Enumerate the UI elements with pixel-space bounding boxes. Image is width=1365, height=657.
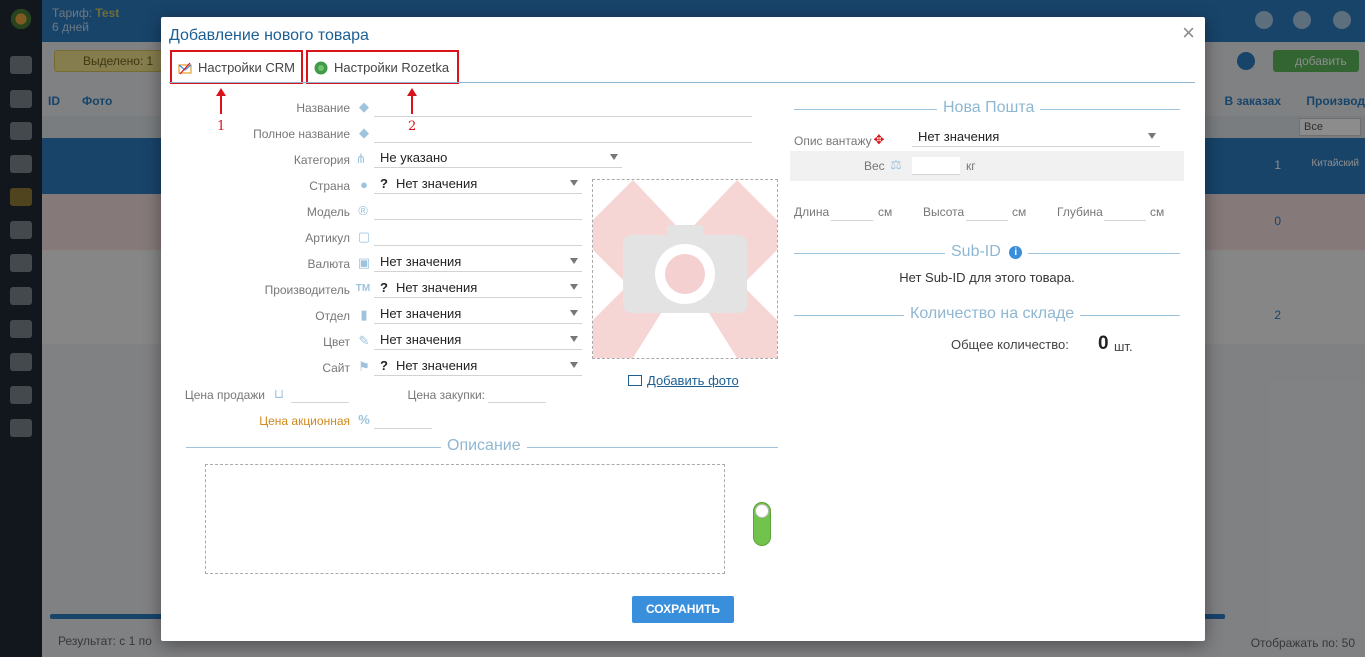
building-icon: ▮: [360, 307, 368, 322]
basket-icon: ⊔: [273, 386, 285, 401]
height-label: Высота: [923, 205, 965, 219]
registered-icon: ®: [358, 203, 368, 218]
department-label: Отдел: [315, 309, 350, 323]
globe-icon: ●: [360, 177, 368, 192]
photo-dropzone[interactable]: [592, 179, 778, 359]
stock-total-label: Общее количество:: [951, 337, 1069, 352]
color-select[interactable]: Нет значения: [374, 330, 582, 350]
note-icon: ▢: [357, 229, 371, 244]
subid-empty-text: Нет Sub-ID для этого товара.: [899, 270, 1075, 285]
weight-label: Вес: [864, 159, 885, 173]
country-select[interactable]: ? Нет значения: [374, 174, 582, 194]
site-select[interactable]: ? Нет значения: [374, 356, 582, 376]
tabs-divider: [169, 82, 1195, 83]
stock-total-value: 0: [1098, 333, 1109, 354]
model-label: Модель: [306, 205, 350, 219]
rozetka-logo-icon: [314, 61, 328, 75]
move-icon: ✥: [873, 132, 885, 147]
description-title: Описание: [441, 437, 527, 455]
name-label: Название: [296, 101, 350, 115]
length-unit: см: [878, 205, 893, 219]
stock-title: Количество на складе: [904, 305, 1081, 323]
unknown-flag-icon: ?: [380, 176, 388, 191]
add-photo-link[interactable]: Добавить фото: [628, 373, 739, 388]
category-select[interactable]: Не указано: [374, 148, 622, 168]
camera-placeholder-icon: [593, 180, 777, 358]
sitemap-icon: ⋔: [355, 151, 367, 166]
tag-icon: ◆: [359, 99, 369, 114]
weight-panel: [790, 151, 1184, 181]
weight-unit: кг: [966, 159, 976, 173]
currency-label: Валюта: [307, 257, 350, 271]
height-input[interactable]: [966, 203, 1008, 221]
height-unit: см: [1012, 205, 1027, 219]
weight-input[interactable]: [912, 157, 960, 175]
manufacturer-select[interactable]: ? Нет значения: [374, 278, 582, 298]
article-label: Артикул: [305, 231, 350, 245]
depth-unit: см: [1150, 205, 1165, 219]
cargo-desc-select[interactable]: Нет значения: [912, 127, 1160, 147]
tab-rozetka-settings[interactable]: Настройки Rozetka: [306, 50, 459, 84]
image-icon: [628, 375, 642, 386]
depth-label: Глубина: [1057, 205, 1103, 219]
cargo-desc-label: Опис вантажу: [794, 134, 872, 148]
money-icon: ▣: [357, 255, 371, 270]
tab-crm-settings[interactable]: Настройки CRM: [170, 50, 303, 84]
subid-title: Sub-ID i: [945, 243, 1029, 261]
promo-price-label: Цена акционная: [259, 414, 350, 428]
add-product-modal: Добавление нового товара × Настройки CRM…: [161, 17, 1205, 641]
editor-toggle[interactable]: [753, 502, 771, 546]
flag-icon: ⚑: [358, 359, 370, 374]
save-button[interactable]: СОХРАНИТЬ: [632, 596, 734, 623]
scale-icon: ⚖: [890, 157, 902, 172]
fullname-label: Полное название: [253, 127, 350, 141]
name-input[interactable]: [374, 97, 752, 117]
purchase-price-label: Цена закупки:: [407, 388, 485, 402]
fullname-input[interactable]: [374, 123, 752, 143]
np-title: Нова Пошта: [937, 99, 1041, 117]
unknown-flag-icon: ?: [380, 358, 388, 373]
depth-input[interactable]: [1104, 203, 1146, 221]
manufacturer-label: Производитель: [264, 283, 350, 297]
department-select[interactable]: Нет значения: [374, 304, 582, 324]
category-label: Категория: [293, 153, 350, 167]
crm-logo-icon: [178, 62, 192, 75]
trademark-icon: TM: [355, 283, 371, 294]
site-label: Сайт: [322, 361, 350, 375]
unknown-flag-icon: ?: [380, 280, 388, 295]
currency-select[interactable]: Нет значения: [374, 252, 582, 272]
article-input[interactable]: [374, 226, 582, 246]
sale-price-label: Цена продажи: [184, 388, 265, 402]
model-input[interactable]: [374, 200, 582, 220]
tag-icon: ◆: [359, 125, 369, 140]
stock-unit: шт.: [1114, 339, 1133, 354]
color-label: Цвет: [323, 335, 350, 349]
eyedropper-icon: ✎: [358, 333, 370, 348]
description-editor[interactable]: [205, 464, 725, 574]
length-label: Длина: [794, 205, 830, 219]
country-label: Страна: [309, 179, 350, 193]
promo-price-input[interactable]: [374, 409, 432, 429]
purchase-price-input[interactable]: [488, 383, 546, 403]
percent-icon: %: [358, 412, 370, 427]
close-icon[interactable]: ×: [1182, 21, 1195, 45]
length-input[interactable]: [831, 203, 873, 221]
info-icon[interactable]: i: [1009, 246, 1023, 259]
modal-title: Добавление нового товара: [169, 27, 369, 44]
